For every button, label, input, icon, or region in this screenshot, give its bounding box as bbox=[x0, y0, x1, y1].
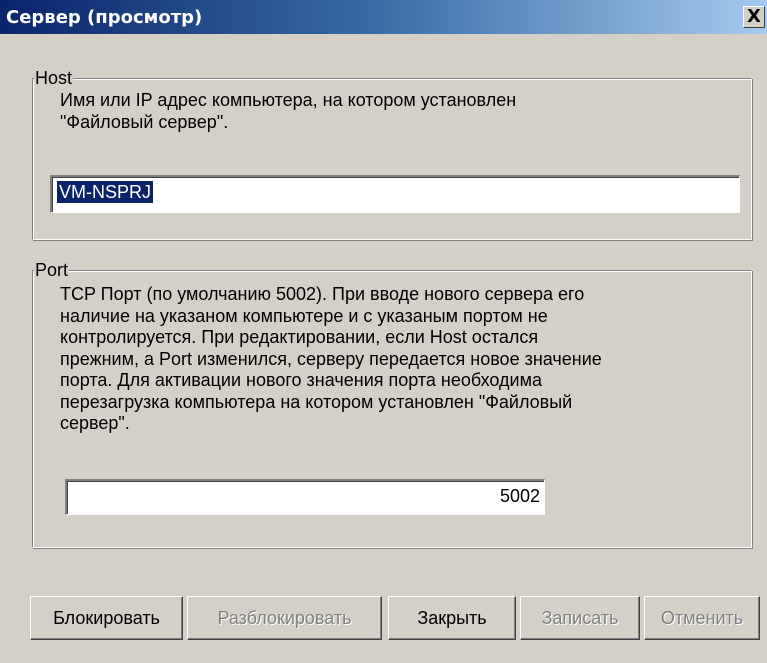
port-group: Port TCP Порт (по умолчанию 5002). При в… bbox=[32, 260, 752, 548]
host-input[interactable]: VM-NSPRJ bbox=[50, 175, 740, 213]
close-button[interactable]: Закрыть bbox=[388, 596, 516, 640]
save-button[interactable]: Записать bbox=[520, 596, 640, 640]
port-input-value: 5002 bbox=[499, 486, 540, 506]
title-bar[interactable]: Сервер (просмотр) X bbox=[0, 0, 767, 34]
window-title: Сервер (просмотр) bbox=[6, 7, 203, 28]
port-description: TCP Порт (по умолчанию 5002). При вводе … bbox=[60, 284, 602, 433]
host-group-legend: Host bbox=[34, 68, 74, 88]
host-input-value: VM-NSPRJ bbox=[55, 180, 155, 204]
cancel-button[interactable]: Отменить bbox=[644, 596, 760, 640]
host-group: Host Имя или IP адрес компьютера, на кот… bbox=[32, 68, 752, 240]
close-window-button[interactable]: X bbox=[743, 6, 765, 28]
unblock-button[interactable]: Разблокировать bbox=[187, 596, 382, 640]
host-description: Имя или IP адрес компьютера, на котором … bbox=[60, 90, 517, 132]
close-icon: X bbox=[747, 6, 761, 27]
server-dialog-window: Сервер (просмотр) X Host Имя или IP адре… bbox=[0, 0, 767, 663]
port-input[interactable]: 5002 bbox=[65, 479, 545, 515]
block-button[interactable]: Блокировать bbox=[30, 596, 183, 640]
port-group-legend: Port bbox=[34, 260, 70, 280]
